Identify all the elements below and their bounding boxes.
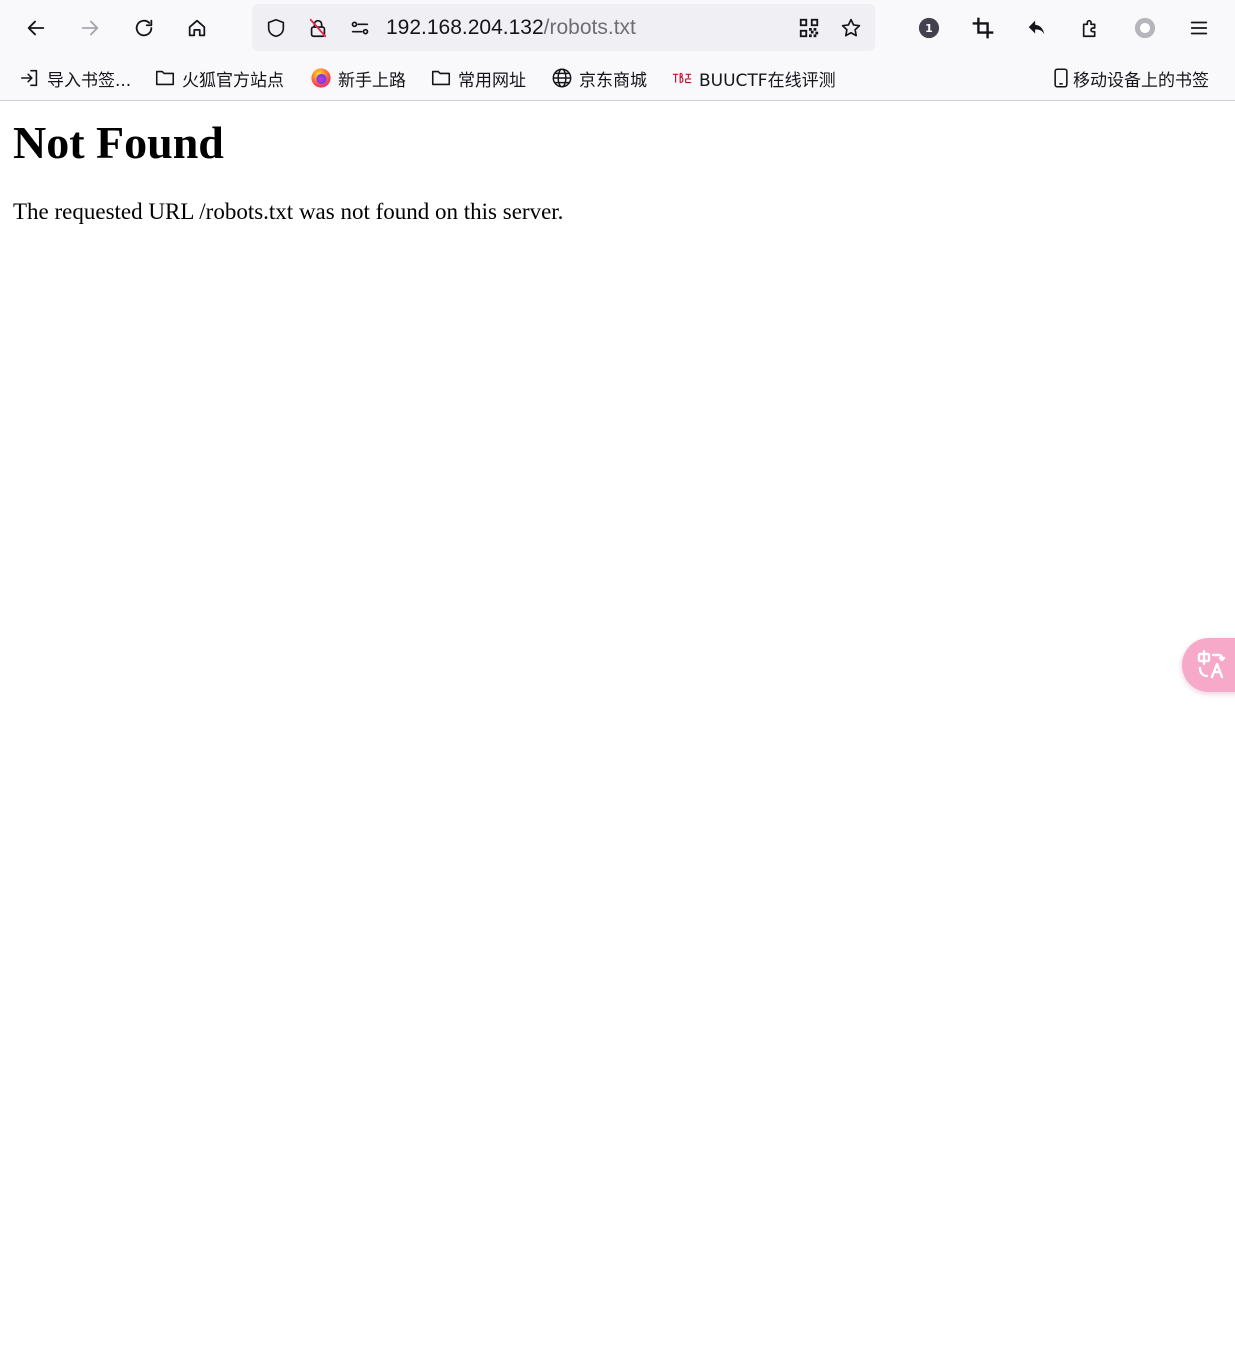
qr-code-button[interactable] [797, 16, 821, 40]
back-button[interactable] [18, 10, 54, 46]
account-button[interactable] [1127, 10, 1163, 46]
page-heading: Not Found [13, 117, 224, 168]
address-bar[interactable]: 192.168.204.132/robots.txt [252, 4, 875, 51]
browser-toolbar: 192.168.204.132/robots.txt 1 [0, 0, 1235, 56]
app-menu-button[interactable] [1181, 10, 1217, 46]
puzzle-icon [1082, 19, 1096, 38]
shield-icon [267, 18, 285, 38]
site-permissions-icon[interactable] [348, 16, 372, 40]
mobile-icon [1051, 67, 1071, 89]
translate-icon [1197, 650, 1226, 679]
arrow-right-icon [81, 20, 99, 36]
home-icon [188, 19, 206, 37]
extension-badge-button[interactable]: 1 [911, 10, 947, 46]
bookmark-buuctf[interactable]: BUUCTF在线评测 [671, 56, 836, 100]
bookmark-label: 新手上路 [338, 70, 406, 91]
bookmark-jd[interactable]: 京东商城 [551, 56, 647, 100]
bookmark-label: 导入书签... [47, 70, 132, 91]
bookmark-import[interactable]: 导入书签... [19, 56, 131, 100]
bookmark-mobile[interactable]: 移动设备上的书签 [1051, 56, 1209, 100]
qr-code-icon [799, 18, 819, 38]
folder-icon [430, 67, 452, 89]
import-icon [19, 67, 41, 89]
url-path: /robots.txt [543, 16, 636, 39]
bookmark-label: 京东商城 [579, 70, 647, 91]
undo-extension-button[interactable] [1019, 10, 1055, 46]
url-text[interactable]: 192.168.204.132/robots.txt [386, 4, 636, 51]
bookmark-getting-started[interactable]: 新手上路 [310, 56, 406, 100]
buuctf-icon [671, 67, 693, 89]
bookmark-label: 常用网址 [458, 70, 526, 91]
forward-button[interactable] [72, 10, 108, 46]
screenshot-crop-button[interactable] [965, 10, 1001, 46]
extensions-button[interactable] [1073, 10, 1109, 46]
star-icon [841, 18, 861, 37]
url-host: 192.168.204.132 [386, 16, 544, 39]
permissions-icon [351, 21, 369, 35]
crop-icon [972, 17, 994, 39]
badge-circle-icon: 1 [918, 17, 940, 39]
home-button[interactable] [179, 10, 215, 46]
reload-button[interactable] [126, 10, 162, 46]
firefox-icon [310, 67, 332, 89]
bookmark-label: BUUCTF在线评测 [699, 70, 836, 91]
globe-icon [551, 67, 573, 89]
reload-icon [135, 19, 153, 37]
account-circle-icon [1134, 17, 1156, 39]
bookmark-star-button[interactable] [839, 16, 863, 40]
extension-badge-count: 1 [925, 22, 933, 35]
lock-insecure-icon [309, 18, 327, 38]
translate-button[interactable] [1182, 638, 1235, 692]
bookmarks-toolbar: 导入书签... 火狐官方站点 新手上路 常用网址 京东商城 BUUCTF在线评测… [0, 56, 1235, 101]
tracking-protection-icon[interactable] [264, 16, 288, 40]
hamburger-menu-icon [1190, 21, 1208, 35]
bookmark-firefox-site[interactable]: 火狐官方站点 [154, 56, 284, 100]
arrow-left-icon [27, 20, 45, 36]
folder-icon [154, 67, 176, 89]
bookmark-label: 火狐官方站点 [182, 70, 284, 91]
bookmark-label: 移动设备上的书签 [1073, 70, 1209, 91]
page-content: Not Found The requested URL /robots.txt … [13, 101, 1213, 226]
error-message: The requested URL /robots.txt was not fo… [13, 199, 564, 224]
insecure-connection-icon[interactable] [306, 16, 330, 40]
reply-arrow-icon [1028, 20, 1045, 35]
bookmark-common-sites[interactable]: 常用网址 [430, 56, 526, 100]
